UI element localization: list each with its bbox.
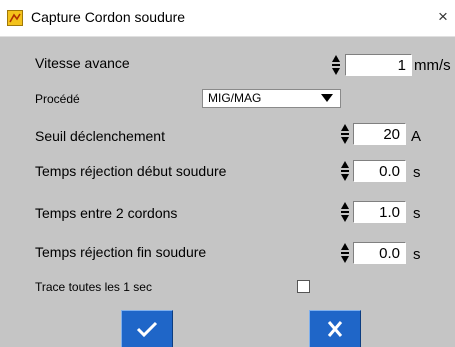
x-icon [327,321,343,337]
seuil-spinner[interactable] [340,122,350,146]
vitesse-spinner[interactable] [331,53,341,77]
rejection-debut-label: Temps réjection début soudure [35,163,227,179]
rejection-debut-spinner[interactable] [340,159,350,183]
entre-cordons-input[interactable]: 1.0 [353,201,406,223]
chevron-down-icon [321,94,333,102]
check-icon [136,321,158,338]
procede-label: Procédé [35,92,80,106]
procede-selected-value: MIG/MAG [208,91,262,105]
vitesse-avance-input[interactable]: 1 [345,54,412,76]
trace-label: Trace toutes les 1 sec [35,280,152,294]
rejection-debut-input[interactable]: 0.0 [353,160,406,182]
rejection-fin-input[interactable]: 0.0 [353,242,406,264]
ok-button[interactable] [121,310,173,347]
entre-cordons-unit: s [413,205,421,222]
entre-cordons-label: Temps entre 2 cordons [35,205,178,221]
rejection-fin-spinner[interactable] [340,241,350,265]
cancel-button[interactable] [309,310,361,347]
trace-checkbox[interactable] [297,280,310,293]
entre-cordons-spinner[interactable] [340,200,350,224]
rejection-fin-unit: s [413,246,421,263]
title-bar[interactable]: Capture Cordon soudure × [0,0,455,37]
rejection-fin-label: Temps réjection fin soudure [35,244,207,260]
dialog-window: Capture Cordon soudure × Vitesse avance … [0,0,455,347]
close-icon[interactable]: × [438,6,455,28]
procede-select[interactable]: MIG/MAG [202,89,341,108]
app-icon [7,10,23,26]
window-title: Capture Cordon soudure [31,9,186,25]
seuil-unit: A [411,128,422,145]
vitesse-avance-label: Vitesse avance [35,55,130,71]
seuil-label: Seuil déclenchement [35,128,165,144]
vitesse-unit: mm/s [414,57,451,74]
rejection-debut-unit: s [413,164,421,181]
seuil-input[interactable]: 20 [353,123,406,145]
